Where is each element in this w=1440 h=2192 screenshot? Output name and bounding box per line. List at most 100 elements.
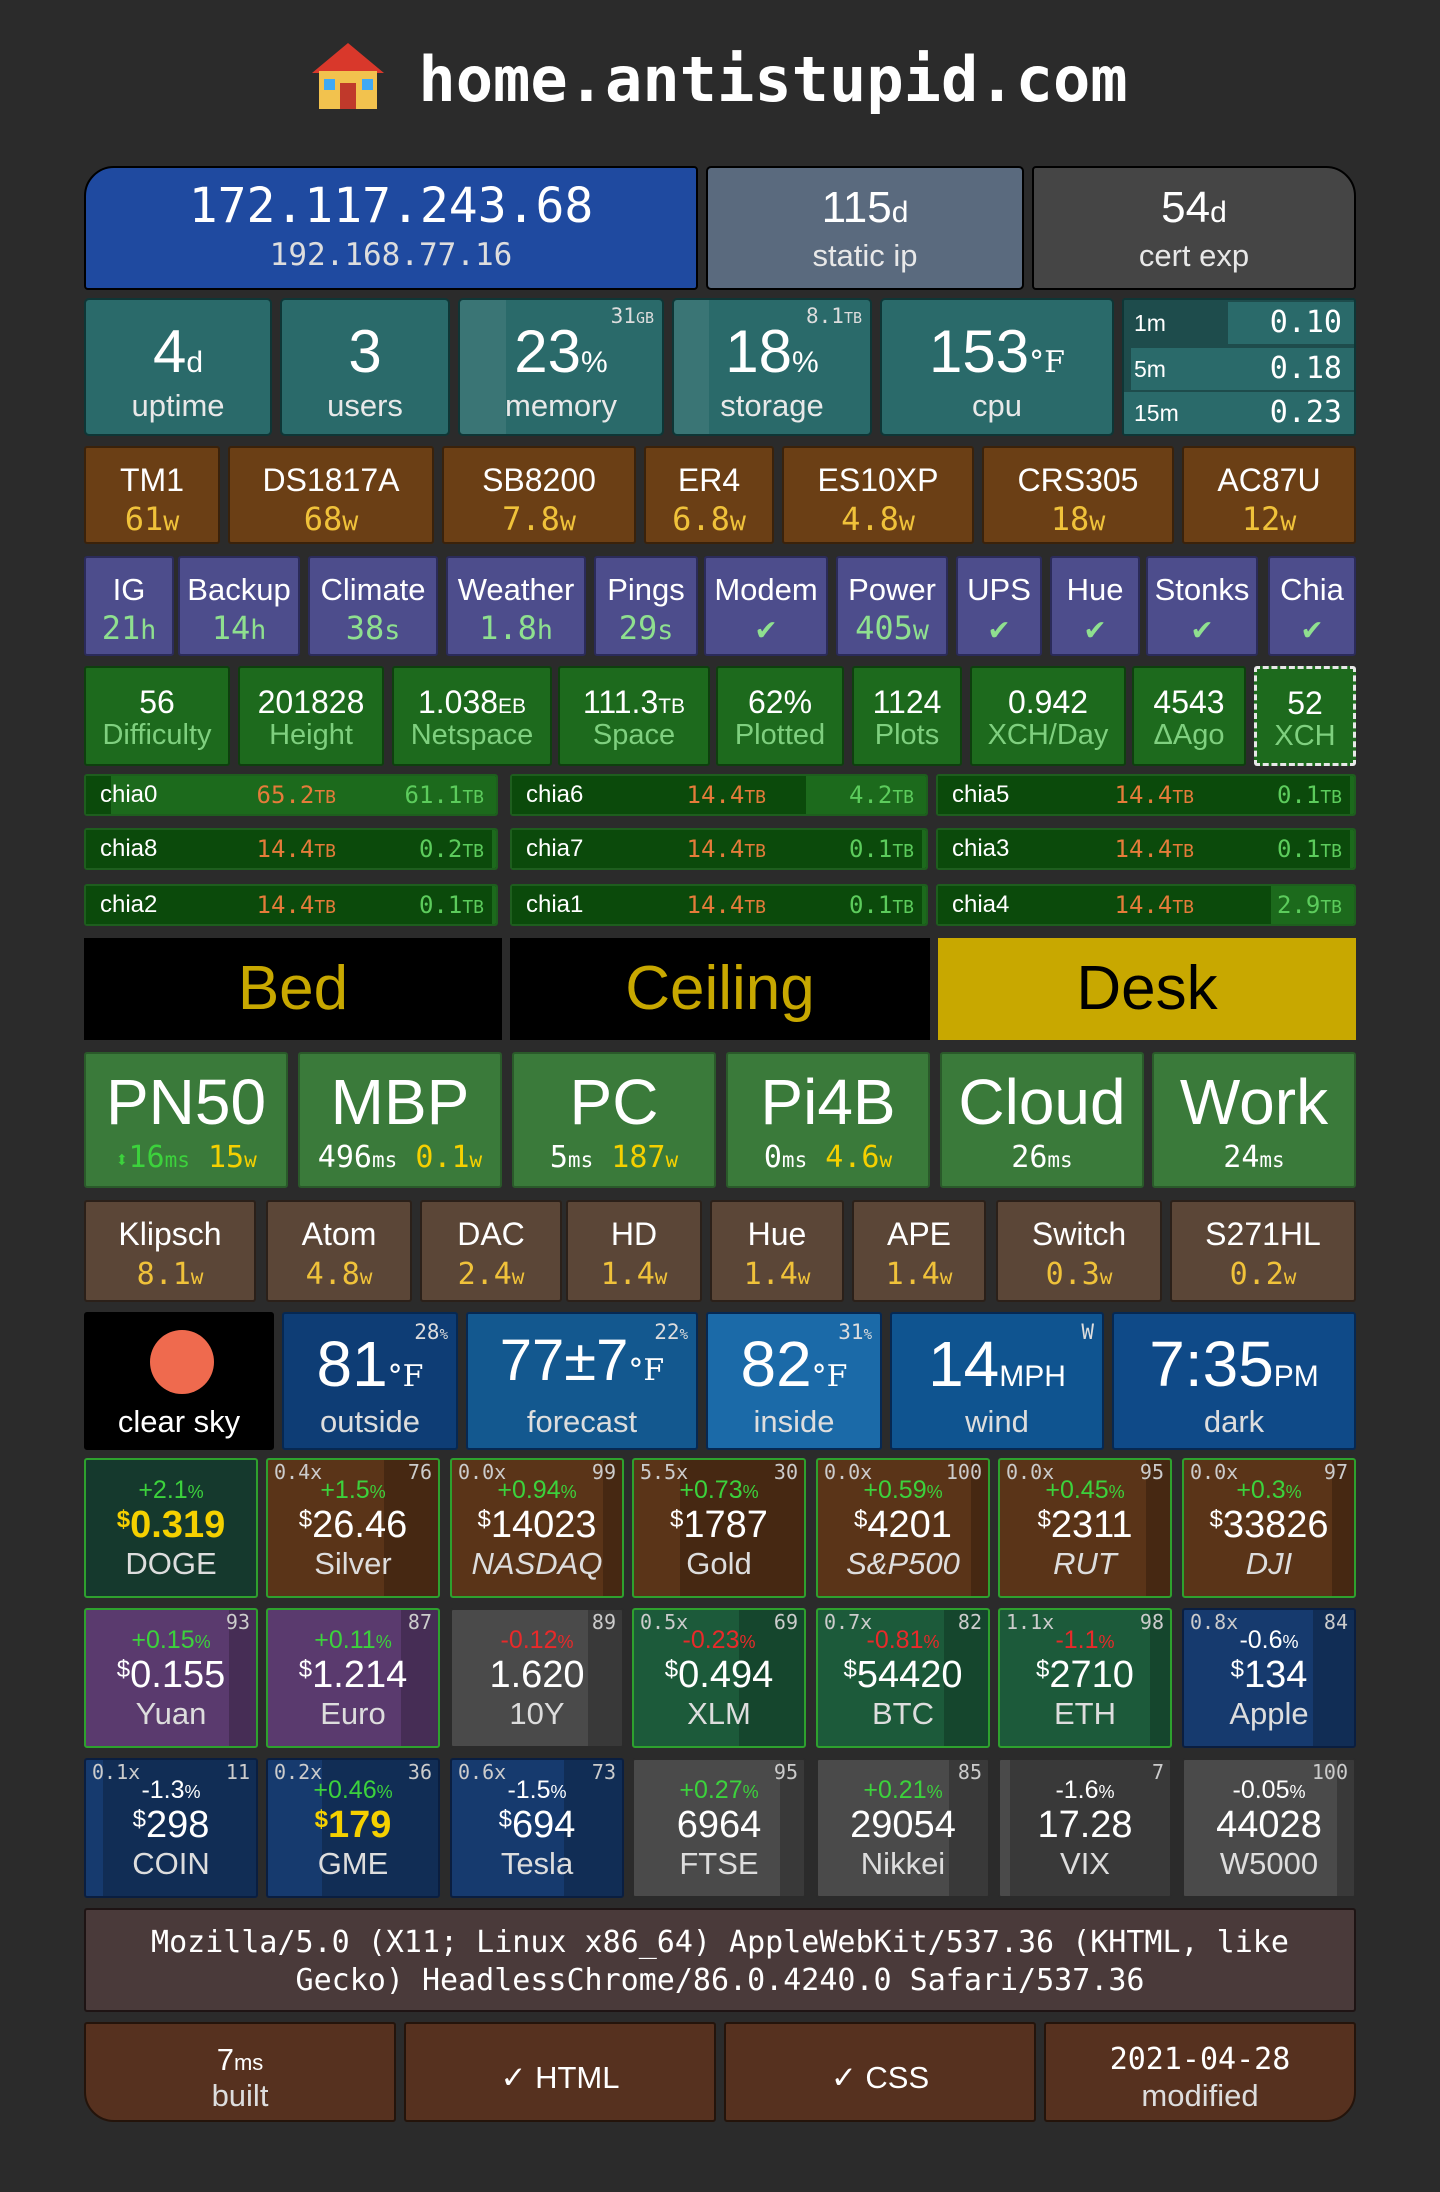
job-chia[interactable]: Chia ✔	[1268, 556, 1356, 656]
ticker-name: FTSE	[679, 1846, 759, 1881]
job-modem[interactable]: Modem ✔	[704, 556, 828, 656]
ticker-change: +0.73%	[679, 1476, 759, 1504]
storage-panel: 8.1TB 18% storage	[672, 298, 872, 436]
job-hue[interactable]: Hue ✔	[1050, 556, 1140, 656]
disk-name: chia8	[100, 835, 158, 862]
ticker-gme[interactable]: 0.2x 36 +0.46% $179 GME	[266, 1758, 440, 1898]
css-validator-link[interactable]: ✓ CSS	[724, 2022, 1036, 2122]
disk-chia0: chia0 65.2TB 61.1TB	[84, 774, 498, 816]
chia-delta-ago: 4543 ΔAgo	[1132, 666, 1246, 766]
memory-panel: 31GB 23% memory	[458, 298, 664, 436]
disk-name: chia4	[952, 891, 1010, 918]
ticker-change: +0.3%	[1236, 1476, 1302, 1504]
ticker-nasdaq[interactable]: 0.0x 99 +0.94% $14023 NASDAQ	[450, 1458, 624, 1598]
ticker-name: XLM	[687, 1696, 751, 1731]
ticker-euro[interactable]: 87 +0.11% $1.214 Euro	[266, 1608, 440, 1748]
job-climate[interactable]: Climate 38s	[308, 556, 438, 656]
ticker-dji[interactable]: 0.0x 97 +0.3% $33826 DJI	[1182, 1458, 1356, 1598]
ticker-price: $0.155	[116, 1654, 226, 1696]
ticker-change: -1.6%	[1055, 1776, 1115, 1804]
chia-height: 201828 Height	[238, 666, 384, 766]
cert-days: 54	[1161, 183, 1211, 232]
disk-name: chia5	[952, 781, 1010, 808]
host-work: Work 24ms	[1152, 1052, 1356, 1188]
disk-total: 14.4TB	[256, 891, 336, 919]
ticker-change: +0.59%	[863, 1476, 943, 1504]
ticker-tesla[interactable]: 0.6x 73 -1.5% $694 Tesla	[450, 1758, 624, 1898]
ticker-price: $298	[132, 1804, 210, 1846]
job-ig[interactable]: IG 21h	[84, 556, 174, 656]
ticker-name: 10Y	[509, 1696, 565, 1731]
public-ip: 172.117.243.68	[188, 178, 594, 234]
ticker-coin[interactable]: 0.1x 11 -1.3% $298 COIN	[84, 1758, 258, 1898]
ticker-price: $2311	[1037, 1504, 1133, 1546]
light-bed[interactable]: Bed	[84, 938, 502, 1040]
plug-hd: HD 1.4w	[566, 1200, 702, 1302]
ticker-name: Tesla	[500, 1846, 574, 1881]
ticker-name: GME	[317, 1846, 389, 1881]
ticker-price: 29054	[850, 1804, 956, 1846]
job-backup[interactable]: Backup 14h	[178, 556, 300, 656]
disk-name: chia7	[526, 835, 584, 862]
cert-label: cert exp	[1138, 238, 1250, 273]
chia-plots: 1124 Plots	[852, 666, 962, 766]
users-panel: 3 users	[280, 298, 450, 436]
ticker-ftse[interactable]: 95 +0.27% 6964 FTSE	[632, 1758, 806, 1898]
ticker-name: ETH	[1054, 1696, 1116, 1731]
disk-free-bar	[921, 886, 926, 924]
memory-label: memory	[505, 388, 617, 423]
plug-klipsch: Klipsch 8.1w	[84, 1200, 256, 1302]
disk-total: 14.4TB	[1114, 835, 1194, 863]
sun-icon	[150, 1330, 214, 1394]
job-power[interactable]: Power 405w	[836, 556, 948, 656]
plug-dac: DAC 2.4w	[420, 1200, 562, 1302]
light-desk[interactable]: Desk	[938, 938, 1356, 1040]
ticker-nikkei[interactable]: 85 +0.21% 29054 Nikkei	[816, 1758, 990, 1898]
job-ups[interactable]: UPS ✔	[956, 556, 1042, 656]
ticker-name: DOGE	[125, 1546, 217, 1581]
html-validator-link[interactable]: ✓ HTML	[404, 2022, 716, 2122]
ticker-yuan[interactable]: 93 +0.15% $0.155 Yuan	[84, 1608, 258, 1748]
ticker-change: -0.6%	[1239, 1626, 1299, 1654]
ticker-xlm[interactable]: 0.5x 69 -0.23% $0.494 XLM	[632, 1608, 806, 1748]
disk-chia8: chia8 14.4TB 0.2TB	[84, 828, 498, 870]
storage-label: storage	[720, 388, 824, 423]
ticker-gold[interactable]: 5.5x 30 +0.73% $1787 Gold	[632, 1458, 806, 1598]
job-pings[interactable]: Pings 29s	[594, 556, 698, 656]
ticker-btc[interactable]: 0.7x 82 -0.81% $54420 BTC	[816, 1608, 990, 1748]
ticker-apple[interactable]: 0.8x 84 -0.6% $134 Apple	[1182, 1608, 1356, 1748]
ticker-price: $694	[498, 1804, 576, 1846]
ticker-sp500[interactable]: 0.0x 100 +0.59% $4201 S&P500	[816, 1458, 990, 1598]
ticker-price: 1.620	[489, 1654, 585, 1696]
device-ds1817a: DS1817A 68w	[228, 446, 434, 544]
ticker-price: $1787	[670, 1504, 768, 1546]
device-crs305: CRS305 18w	[982, 446, 1174, 544]
cert-panel: 54d cert exp	[1032, 166, 1356, 290]
disk-free: 0.1TB	[848, 891, 914, 919]
disk-chia6: chia6 14.4TB 4.2TB	[510, 774, 928, 816]
job-stonks[interactable]: Stonks ✔	[1146, 556, 1258, 656]
disk-free-bar	[1349, 776, 1354, 814]
job-weather[interactable]: Weather 1.8h	[446, 556, 586, 656]
ticker-eth[interactable]: 1.1x 98 -1.1% $2710 ETH	[998, 1608, 1172, 1748]
modified-date: 2021-04-28 modified	[1044, 2022, 1356, 2122]
static-ip-panel: 115d static ip	[706, 166, 1024, 290]
ticker-w5000[interactable]: 100 -0.05% 44028 W5000	[1182, 1758, 1356, 1898]
plug-s271hl: S271HL 0.2w	[1170, 1200, 1356, 1302]
light-ceiling[interactable]: Ceiling	[510, 938, 930, 1040]
ticker-doge[interactable]: +2.1% $0.319 DOGE	[84, 1458, 258, 1598]
uptime-panel: 4d uptime	[84, 298, 272, 436]
ticker-price: $0.319	[116, 1504, 226, 1546]
uptime-value: 4	[152, 318, 187, 385]
disk-chia1: chia1 14.4TB 0.1TB	[510, 884, 928, 926]
ticker-10y[interactable]: 89 -0.12% 1.620 10Y	[450, 1608, 624, 1748]
disk-total: 14.4TB	[1114, 891, 1194, 919]
check-icon: ✔	[1192, 609, 1212, 647]
ticker-name: COIN	[132, 1846, 210, 1881]
ticker-price: $0.494	[664, 1654, 774, 1696]
ticker-silver[interactable]: 0.4x 76 +1.5% $26.46 Silver	[266, 1458, 440, 1598]
ticker-vix[interactable]: 7 -1.6% 17.28 VIX	[998, 1758, 1172, 1898]
house-icon	[312, 43, 385, 109]
ticker-name: S&P500	[846, 1546, 960, 1581]
ticker-rut[interactable]: 0.0x 95 +0.45% $2311 RUT	[998, 1458, 1172, 1598]
